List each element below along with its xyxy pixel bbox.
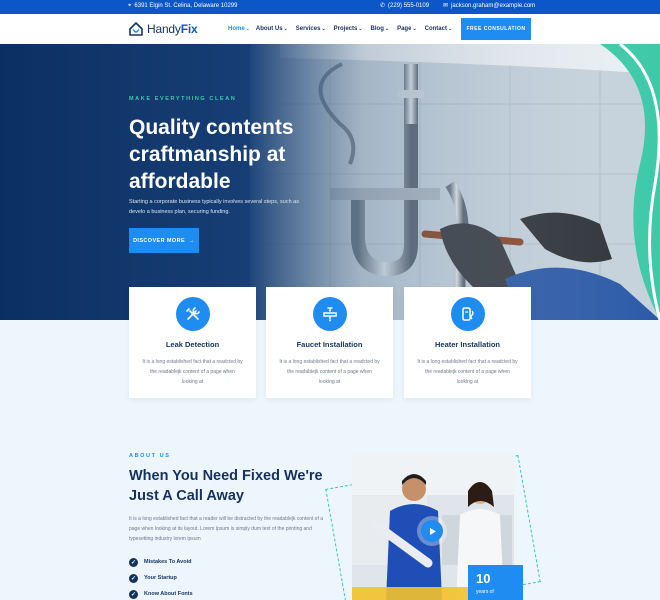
check-item: ✓ Your Startup xyxy=(129,570,193,586)
location-pin-icon: ⌖ xyxy=(128,3,132,9)
feature-card-heater-installation[interactable]: Heater Installation It is a long establi… xyxy=(404,287,531,398)
brand-name-suffix: Fix xyxy=(180,22,198,36)
nav-label: About Us xyxy=(255,25,283,32)
nav-item-about-us[interactable]: About Us ⌄ xyxy=(255,25,288,33)
nav-label: Projects xyxy=(333,25,358,32)
hero-title: Quality contents craftmanship at afforda… xyxy=(129,116,294,193)
nav-label: Home xyxy=(228,25,245,32)
check-label: Know About Fonts xyxy=(144,591,193,597)
phone-item[interactable]: ✆ (229) 555-0109 xyxy=(380,3,429,9)
check-item: ✓ Know About Fonts xyxy=(129,586,193,600)
card-title: Faucet Installation xyxy=(296,340,363,349)
heater-icon xyxy=(451,297,485,331)
arrow-right-icon: → xyxy=(189,237,195,244)
years-label: years of xyxy=(476,589,494,595)
check-label: Your Startup xyxy=(144,575,177,581)
primary-nav: Home ⌄ About Us ⌄ Services ⌄ Projects ⌄ Blog… xyxy=(228,25,453,33)
hero-subtitle: Starting a corporate business typically … xyxy=(129,199,299,215)
feature-card-leak-detection[interactable]: Leak Detection It is a long established … xyxy=(129,287,256,398)
discover-more-button[interactable]: DISCOVER MORE → xyxy=(129,228,199,253)
faucet-icon xyxy=(313,297,347,331)
brand-logo[interactable]: HandyFix xyxy=(128,21,198,37)
check-item: ✓ Mistakes To Avoid xyxy=(129,554,193,570)
free-consultation-button[interactable]: FREE CONSULATION xyxy=(461,18,531,40)
check-circle-icon: ✓ xyxy=(129,573,138,583)
card-title: Leak Detection xyxy=(165,340,220,349)
years-number: 10 xyxy=(476,571,491,586)
chevron-down-icon: ⌄ xyxy=(283,26,288,32)
play-icon xyxy=(429,527,436,535)
chevron-down-icon: ⌄ xyxy=(447,26,453,32)
check-circle-icon: ✓ xyxy=(129,589,138,599)
feature-card-faucet-installation[interactable]: Faucet Installation It is a long establi… xyxy=(266,287,393,398)
check-label: Mistakes To Avoid xyxy=(144,559,192,565)
card-title: Heater Installation xyxy=(434,340,501,349)
wrench-screwdriver-icon xyxy=(176,297,210,331)
hero-section: MAKE EVERYTHING CLEAN Quality contents c… xyxy=(0,44,660,320)
chevron-down-icon: ⌄ xyxy=(321,26,326,32)
address-item: ⌖ 6391 Elgin St. Celina, Delaware 10299 xyxy=(128,3,237,9)
brand-name: HandyFix xyxy=(147,22,198,36)
about-text: It is a long established fact that a rea… xyxy=(129,516,324,542)
card-text: It is a long established fact that a rea… xyxy=(279,359,380,385)
hero-kicker: MAKE EVERYTHING CLEAN xyxy=(129,96,237,102)
chevron-down-icon: ⌄ xyxy=(245,26,250,32)
mail-icon: ✉ xyxy=(443,3,449,9)
play-video-button[interactable] xyxy=(421,520,443,542)
nav-label: Blog xyxy=(370,25,384,32)
nav-item-projects[interactable]: Projects ⌄ xyxy=(333,25,363,33)
about-checklist: ✓ Mistakes To Avoid ✓ Your Startup ✓ Know A… xyxy=(129,554,193,600)
chevron-down-icon: ⌄ xyxy=(384,26,390,32)
nav-item-services[interactable]: Services ⌄ xyxy=(295,25,326,33)
chevron-down-icon: ⌄ xyxy=(358,26,363,32)
address-text: 6391 Elgin St. Celina, Delaware 10299 xyxy=(134,3,238,9)
main-navbar: HandyFix Home ⌄ About Us ⌄ Services ⌄ Proje… xyxy=(0,14,660,44)
discover-more-label: DISCOVER MORE xyxy=(133,237,186,244)
about-kicker: ABOUT US xyxy=(129,453,171,459)
email-text[interactable]: jackson.graham@example.com xyxy=(451,3,535,9)
nav-label: Page xyxy=(397,25,412,32)
nav-item-page[interactable]: Page ⌄ xyxy=(397,25,417,33)
about-title: When You Need Fixed We're Just A Call Aw… xyxy=(129,468,323,504)
nav-label: Services xyxy=(295,25,321,32)
card-text: It is a long established fact that a rea… xyxy=(142,359,243,385)
phone-icon: ✆ xyxy=(380,3,386,9)
top-info-bar: ⌖ 6391 Elgin St. Celina, Delaware 10299 … xyxy=(0,0,660,14)
chevron-down-icon: ⌄ xyxy=(412,26,417,32)
phone-text[interactable]: (229) 555-0109 xyxy=(388,3,429,9)
card-text: It is a long established fact that a rea… xyxy=(417,359,518,385)
brand-name-prefix: Handy xyxy=(147,22,181,36)
house-logo-icon xyxy=(129,22,143,36)
nav-item-contact[interactable]: Contact ⌄ xyxy=(424,25,453,33)
email-item[interactable]: ✉ jackson.graham@example.com xyxy=(443,3,535,9)
years-experience-badge: 10 years of xyxy=(468,565,523,600)
nav-label: Contact xyxy=(424,25,447,32)
check-circle-icon: ✓ xyxy=(129,557,138,567)
nav-item-blog[interactable]: Blog ⌄ xyxy=(370,25,390,33)
nav-item-home[interactable]: Home ⌄ xyxy=(228,25,250,33)
